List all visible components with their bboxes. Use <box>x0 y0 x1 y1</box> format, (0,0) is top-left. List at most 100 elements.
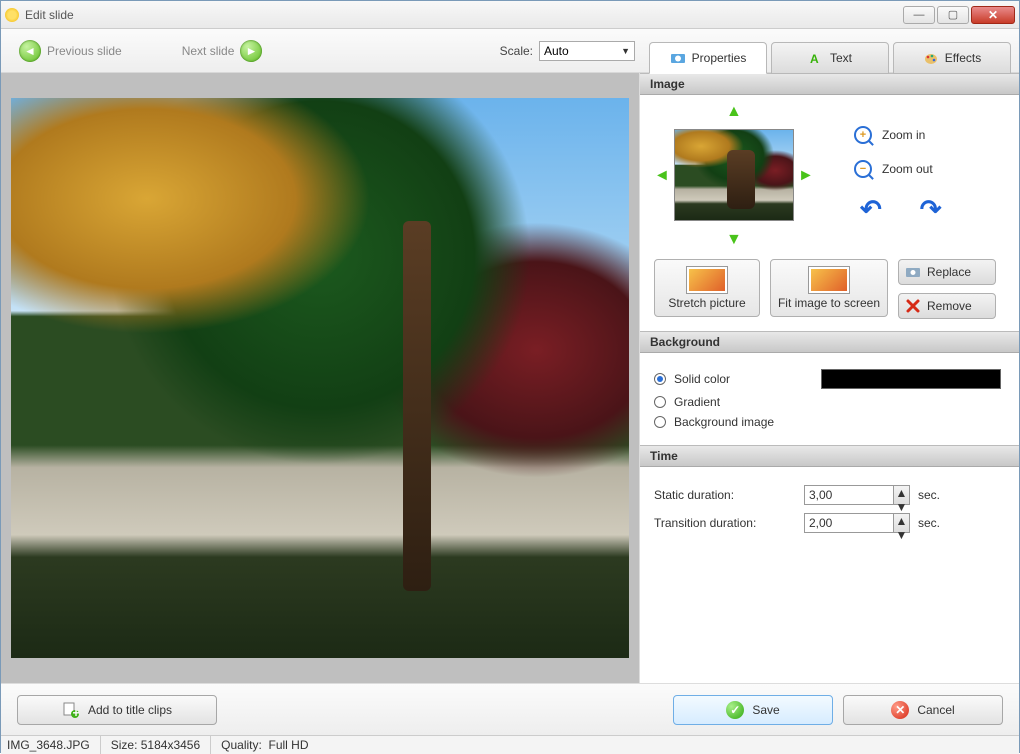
transition-duration-input[interactable]: 2,00 <box>804 513 894 533</box>
svg-text:+: + <box>72 706 79 719</box>
cancel-button[interactable]: ✕ Cancel <box>843 695 1003 725</box>
scale-value: Auto <box>544 44 569 58</box>
transition-duration-unit: sec. <box>918 516 940 530</box>
bg-solid-label: Solid color <box>674 372 730 386</box>
time-section-header: Time <box>640 445 1019 467</box>
static-duration-unit: sec. <box>918 488 940 502</box>
save-button[interactable]: ✓ Save <box>673 695 833 725</box>
maximize-icon: ▢ <box>938 7 968 23</box>
static-duration-input[interactable]: 3,00 <box>804 485 894 505</box>
preview-pane <box>1 73 639 683</box>
bg-color-swatch[interactable] <box>821 369 1001 389</box>
properties-panel: Image ▲ ▼ ◄ ► + Zoom in − Zoo <box>639 73 1019 683</box>
remove-button[interactable]: Remove <box>898 293 996 319</box>
remove-label: Remove <box>927 299 972 313</box>
window-title: Edit slide <box>25 8 74 22</box>
zoom-in-label: Zoom in <box>882 128 925 142</box>
svg-text:A: A <box>810 52 819 66</box>
status-filename: IMG_3648.JPG <box>7 736 101 754</box>
minimize-button[interactable]: — <box>903 6 935 24</box>
chevron-down-icon: ▼ <box>621 46 630 56</box>
cancel-label: Cancel <box>917 703 954 717</box>
rotate-left-button[interactable]: ↶ <box>860 194 882 225</box>
transition-duration-label: Transition duration: <box>654 516 804 530</box>
status-quality: Quality: Full HD <box>221 738 308 752</box>
toolbar: ◄ Previous slide Next slide ► Scale: Aut… <box>1 29 1019 73</box>
bg-gradient-label: Gradient <box>674 395 720 409</box>
camera-icon <box>670 50 686 66</box>
zoom-out-icon: − <box>854 160 872 178</box>
tab-properties[interactable]: Properties <box>649 42 767 74</box>
zoom-in-icon: + <box>854 126 872 144</box>
bg-solid-radio[interactable]: Solid color <box>654 369 1005 389</box>
fit-image-label: Fit image to screen <box>778 296 880 310</box>
previous-slide-label: Previous slide <box>47 44 122 58</box>
transition-duration-stepper[interactable]: ▲▼ <box>894 513 910 533</box>
static-duration-stepper[interactable]: ▲▼ <box>894 485 910 505</box>
main-area: Image ▲ ▼ ◄ ► + Zoom in − Zoo <box>1 73 1019 683</box>
static-duration-label: Static duration: <box>654 488 804 502</box>
stretch-picture-label: Stretch picture <box>668 296 745 310</box>
tab-bar: Properties A Text Effects <box>649 35 1011 67</box>
move-left-handle[interactable]: ◄ <box>654 167 670 183</box>
save-label: Save <box>752 703 779 717</box>
move-right-handle[interactable]: ► <box>798 167 814 183</box>
bg-gradient-radio[interactable]: Gradient <box>654 395 1005 409</box>
add-to-title-clips-label: Add to title clips <box>88 703 172 717</box>
add-clip-icon: + <box>62 701 80 719</box>
radio-icon <box>654 396 666 408</box>
scale-label: Scale: <box>500 44 533 58</box>
scale-select[interactable]: Auto ▼ <box>539 41 635 61</box>
cancel-icon: ✕ <box>891 701 909 719</box>
next-slide-label: Next slide <box>182 44 235 58</box>
replace-label: Replace <box>927 265 971 279</box>
palette-icon <box>923 50 939 66</box>
remove-icon <box>905 298 921 314</box>
tab-effects[interactable]: Effects <box>893 42 1011 74</box>
radio-icon <box>654 416 666 428</box>
background-section-header: Background <box>640 331 1019 353</box>
next-slide-button[interactable]: Next slide ► <box>172 36 273 66</box>
zoom-out-button[interactable]: − Zoom out <box>854 160 942 178</box>
arrow-right-icon: ► <box>240 40 262 62</box>
text-icon: A <box>808 50 824 66</box>
previous-slide-button[interactable]: ◄ Previous slide <box>9 36 132 66</box>
maximize-button[interactable]: ▢ <box>937 6 969 24</box>
tab-text-label: Text <box>830 51 852 65</box>
action-bar: + Add to title clips ✓ Save ✕ Cancel <box>1 683 1019 735</box>
minimize-icon: — <box>904 7 934 23</box>
step-down-icon: ▼ <box>894 528 909 542</box>
stretch-picture-button[interactable]: Stretch picture <box>654 259 760 317</box>
step-down-icon: ▼ <box>894 500 909 514</box>
tab-text[interactable]: A Text <box>771 42 889 74</box>
arrow-left-icon: ◄ <box>19 40 41 62</box>
rotate-right-button[interactable]: ↷ <box>920 194 942 225</box>
move-up-handle[interactable]: ▲ <box>726 103 742 119</box>
fit-image-button[interactable]: Fit image to screen <box>770 259 888 317</box>
stretch-thumb-icon <box>687 267 727 293</box>
close-button[interactable]: ✕ <box>971 6 1015 24</box>
bg-image-label: Background image <box>674 415 774 429</box>
image-position-control[interactable]: ▲ ▼ ◄ ► <box>654 105 814 245</box>
step-up-icon: ▲ <box>894 514 909 528</box>
status-size: Size: 5184x3456 <box>111 736 211 754</box>
tab-properties-label: Properties <box>692 51 747 65</box>
replace-button[interactable]: Replace <box>898 259 996 285</box>
slide-preview[interactable] <box>11 98 629 658</box>
image-thumbnail <box>674 129 794 221</box>
zoom-in-button[interactable]: + Zoom in <box>854 126 942 144</box>
close-icon: ✕ <box>972 7 1014 23</box>
tab-effects-label: Effects <box>945 51 981 65</box>
move-down-handle[interactable]: ▼ <box>726 231 742 247</box>
replace-icon <box>905 264 921 280</box>
zoom-out-label: Zoom out <box>882 162 933 176</box>
step-up-icon: ▲ <box>894 486 909 500</box>
fit-thumb-icon <box>809 267 849 293</box>
check-icon: ✓ <box>726 701 744 719</box>
radio-icon <box>654 373 666 385</box>
image-section-header: Image <box>640 73 1019 95</box>
add-to-title-clips-button[interactable]: + Add to title clips <box>17 695 217 725</box>
app-icon <box>5 8 19 22</box>
status-bar: IMG_3648.JPG Size: 5184x3456 Quality: Fu… <box>1 735 1019 754</box>
bg-image-radio[interactable]: Background image <box>654 415 1005 429</box>
